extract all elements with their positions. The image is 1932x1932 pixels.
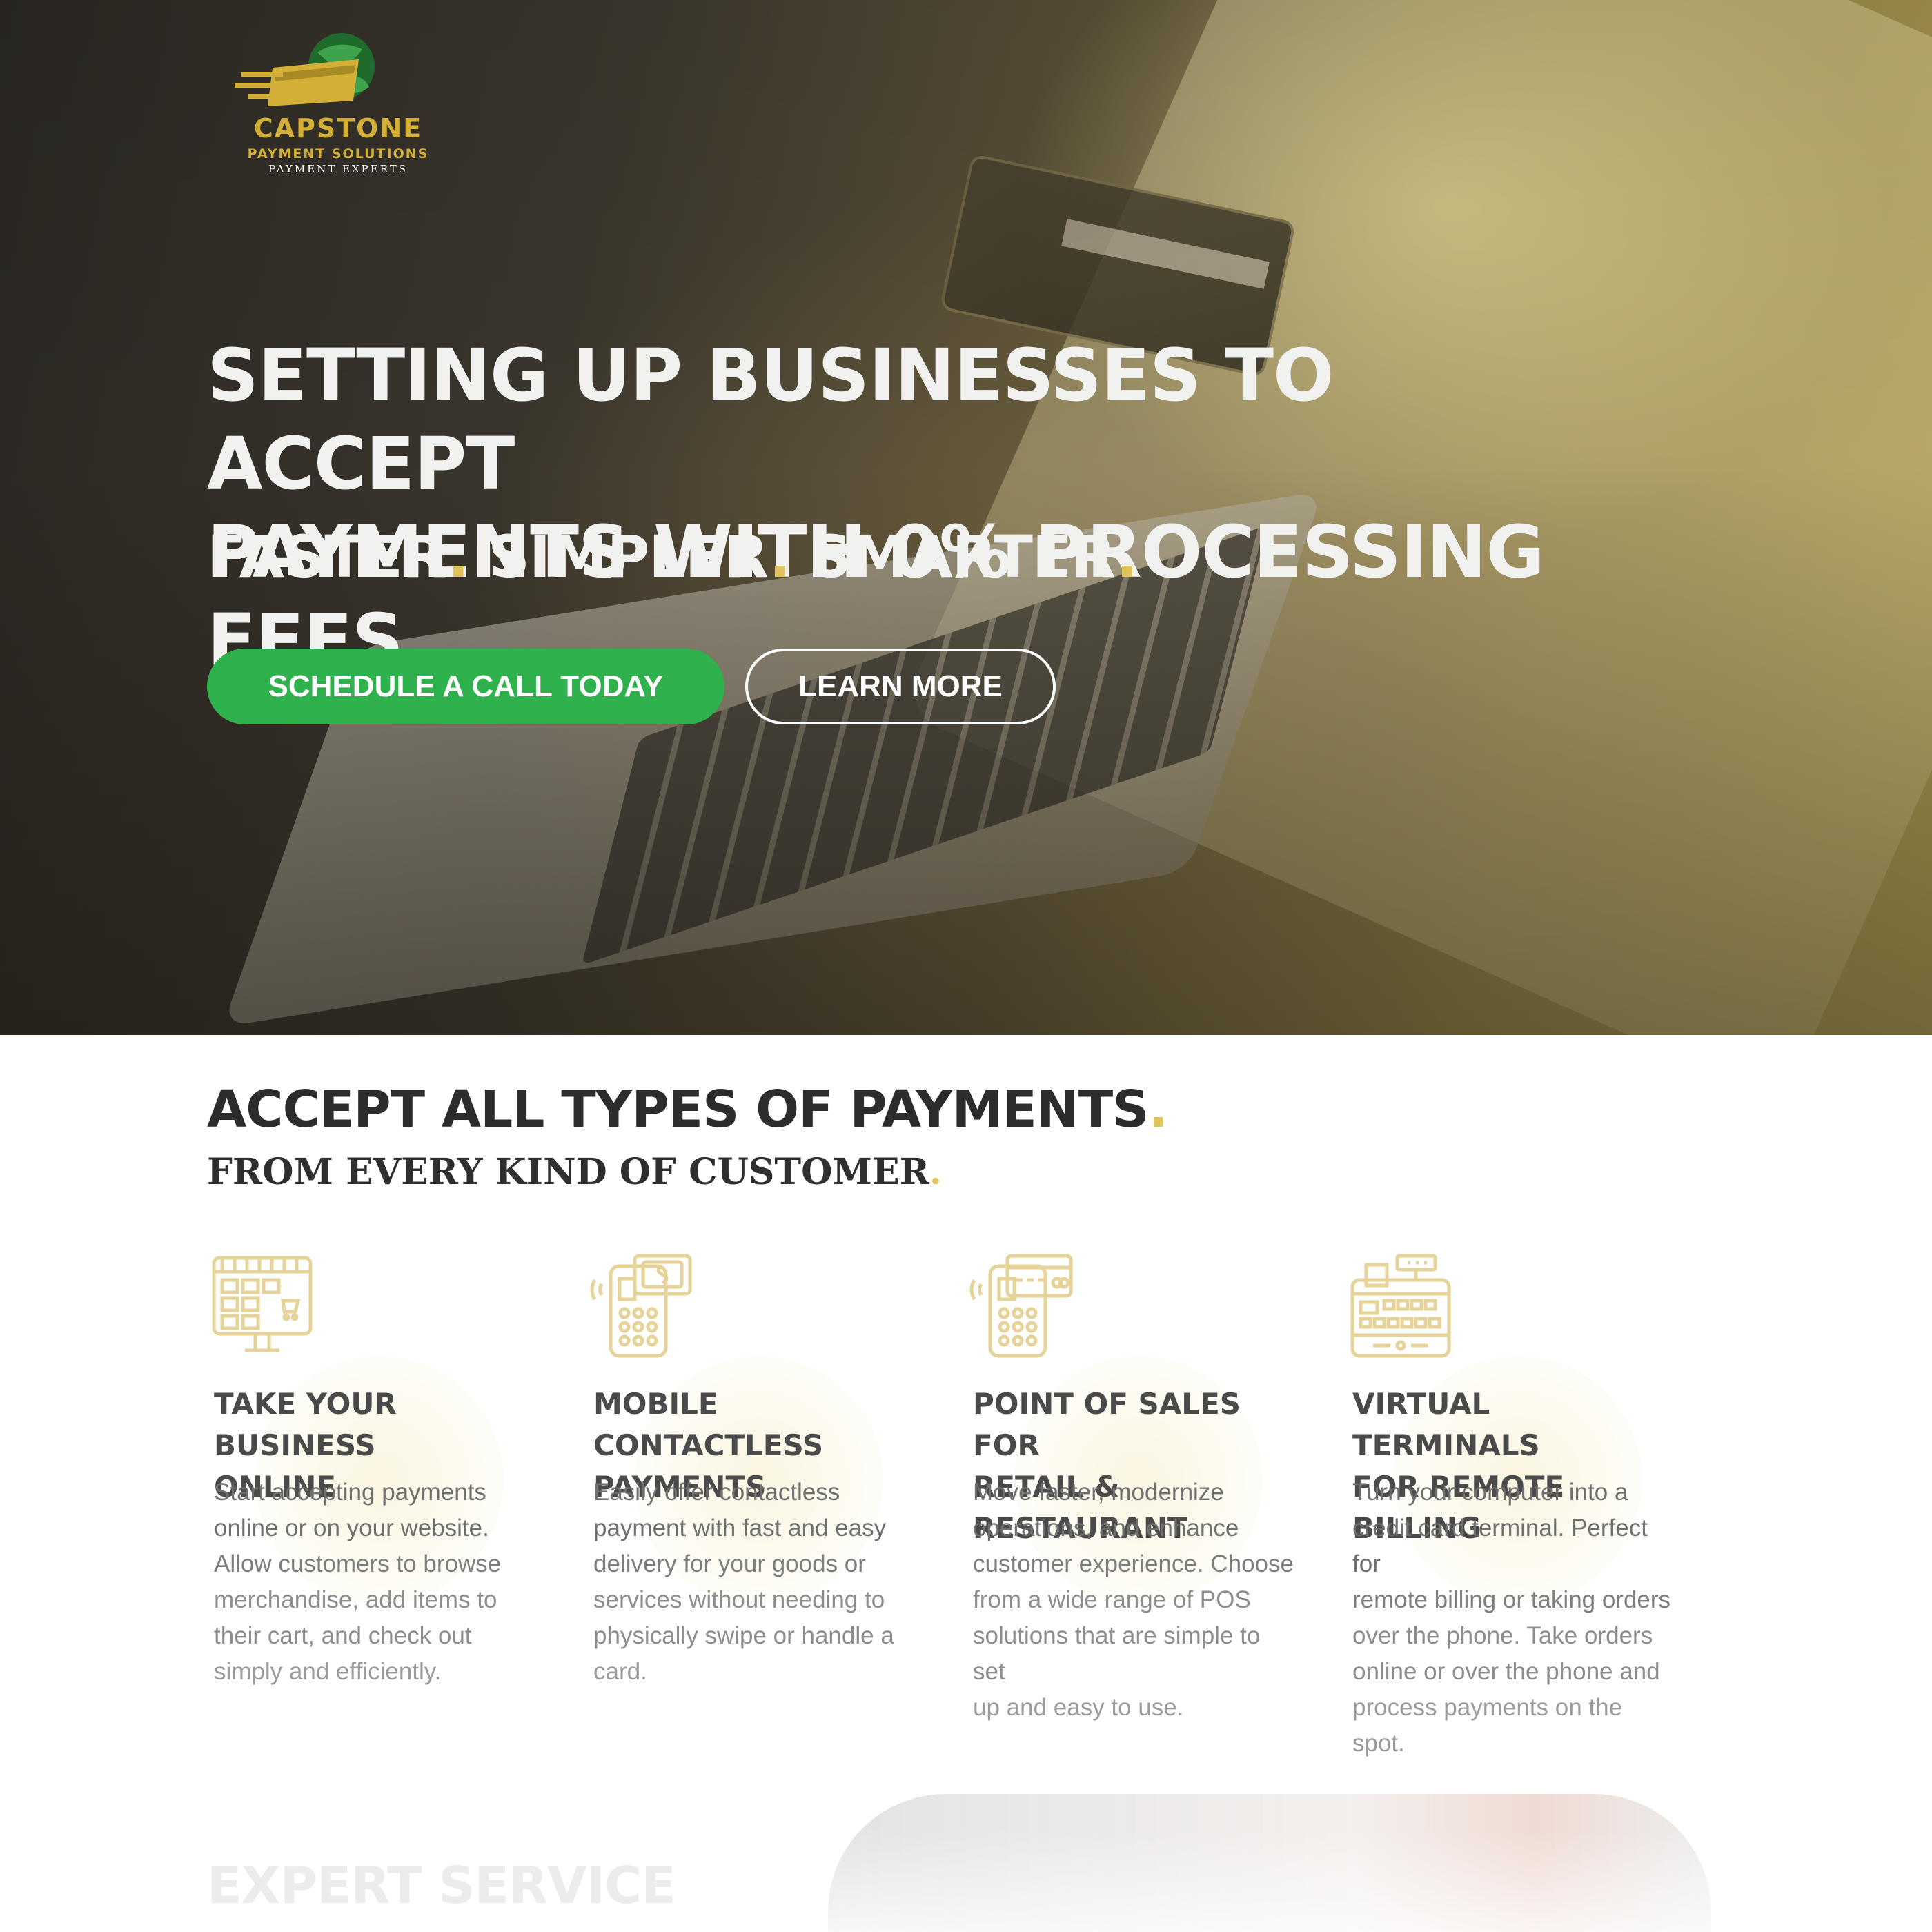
feature-card-pos: POINT OF SALES FOR RETAIL & RESTAURANT M… [966,1252,1311,1721]
mobile-contactless-payment-icon [590,1254,692,1358]
capstone-logo[interactable]: CAPSTONE PAYMENT SOLUTIONS PAYMENT EXPER… [235,25,442,175]
tagline-dot: . [447,523,469,591]
subheading-dot: . [929,1151,942,1193]
cash-register-icon [1350,1254,1451,1358]
logo-subtitle: PAYMENT SOLUTIONS [247,146,429,161]
hero-tagline: FASTER. SIMPLER. SMARTER. [207,523,1138,599]
payments-subheading: FROM EVERY KIND OF CUSTOMER. [207,1151,942,1193]
logo-tagline: PAYMENT EXPERTS [268,163,408,175]
feature-description: Turn your computer into a credit card te… [1352,1479,1671,1757]
online-store-monitor-icon [212,1256,313,1352]
expert-service-image [828,1794,1711,1932]
expert-service-heading: EXPERT SERVICE [207,1856,676,1915]
feature-card-virtual-terminal: VIRTUAL TERMINALS FOR REMOTE BILLING Tur… [1346,1252,1690,1757]
tagline-word-faster: FASTER [207,523,448,591]
learn-more-button[interactable]: LEARN MORE [745,649,1056,724]
tagline-word-smarter: SMARTER [809,523,1117,591]
tagline-dot: . [769,523,791,591]
payments-heading: ACCEPT ALL TYPES OF PAYMENTS. [207,1080,1168,1139]
hero-headline-line-1: SETTING UP BUSINESSES TO ACCEPT [207,333,1334,506]
schedule-call-button[interactable]: SCHEDULE A CALL TODAY [207,649,724,724]
feature-card-online: TAKE YOUR BUSINESS ONLINE Start acceptin… [207,1252,552,1708]
logo-wordmark: CAPSTONE [253,113,423,144]
tagline-dot: . [1116,523,1138,591]
globe-card-logo-icon [235,33,375,106]
heading-dot: . [1148,1080,1168,1139]
feature-description: Easily offer contactless payment with fa… [593,1479,894,1685]
feature-description: Move faster, modernize operations, and e… [973,1479,1294,1721]
hero-section: CAPSTONE PAYMENT SOLUTIONS PAYMENT EXPER… [0,0,1932,1035]
tagline-word-simpler: SIMPLER [488,523,769,591]
card-terminal-icon [969,1254,1073,1358]
feature-description: Start accepting payments online or on yo… [214,1479,502,1685]
hero-headline: SETTING UP BUSINESSES TO ACCEPT PAYMENTS… [207,331,1587,684]
feature-card-contactless: MOBILE CONTACTLESS PAYMENTS Easily offer… [586,1252,931,1708]
